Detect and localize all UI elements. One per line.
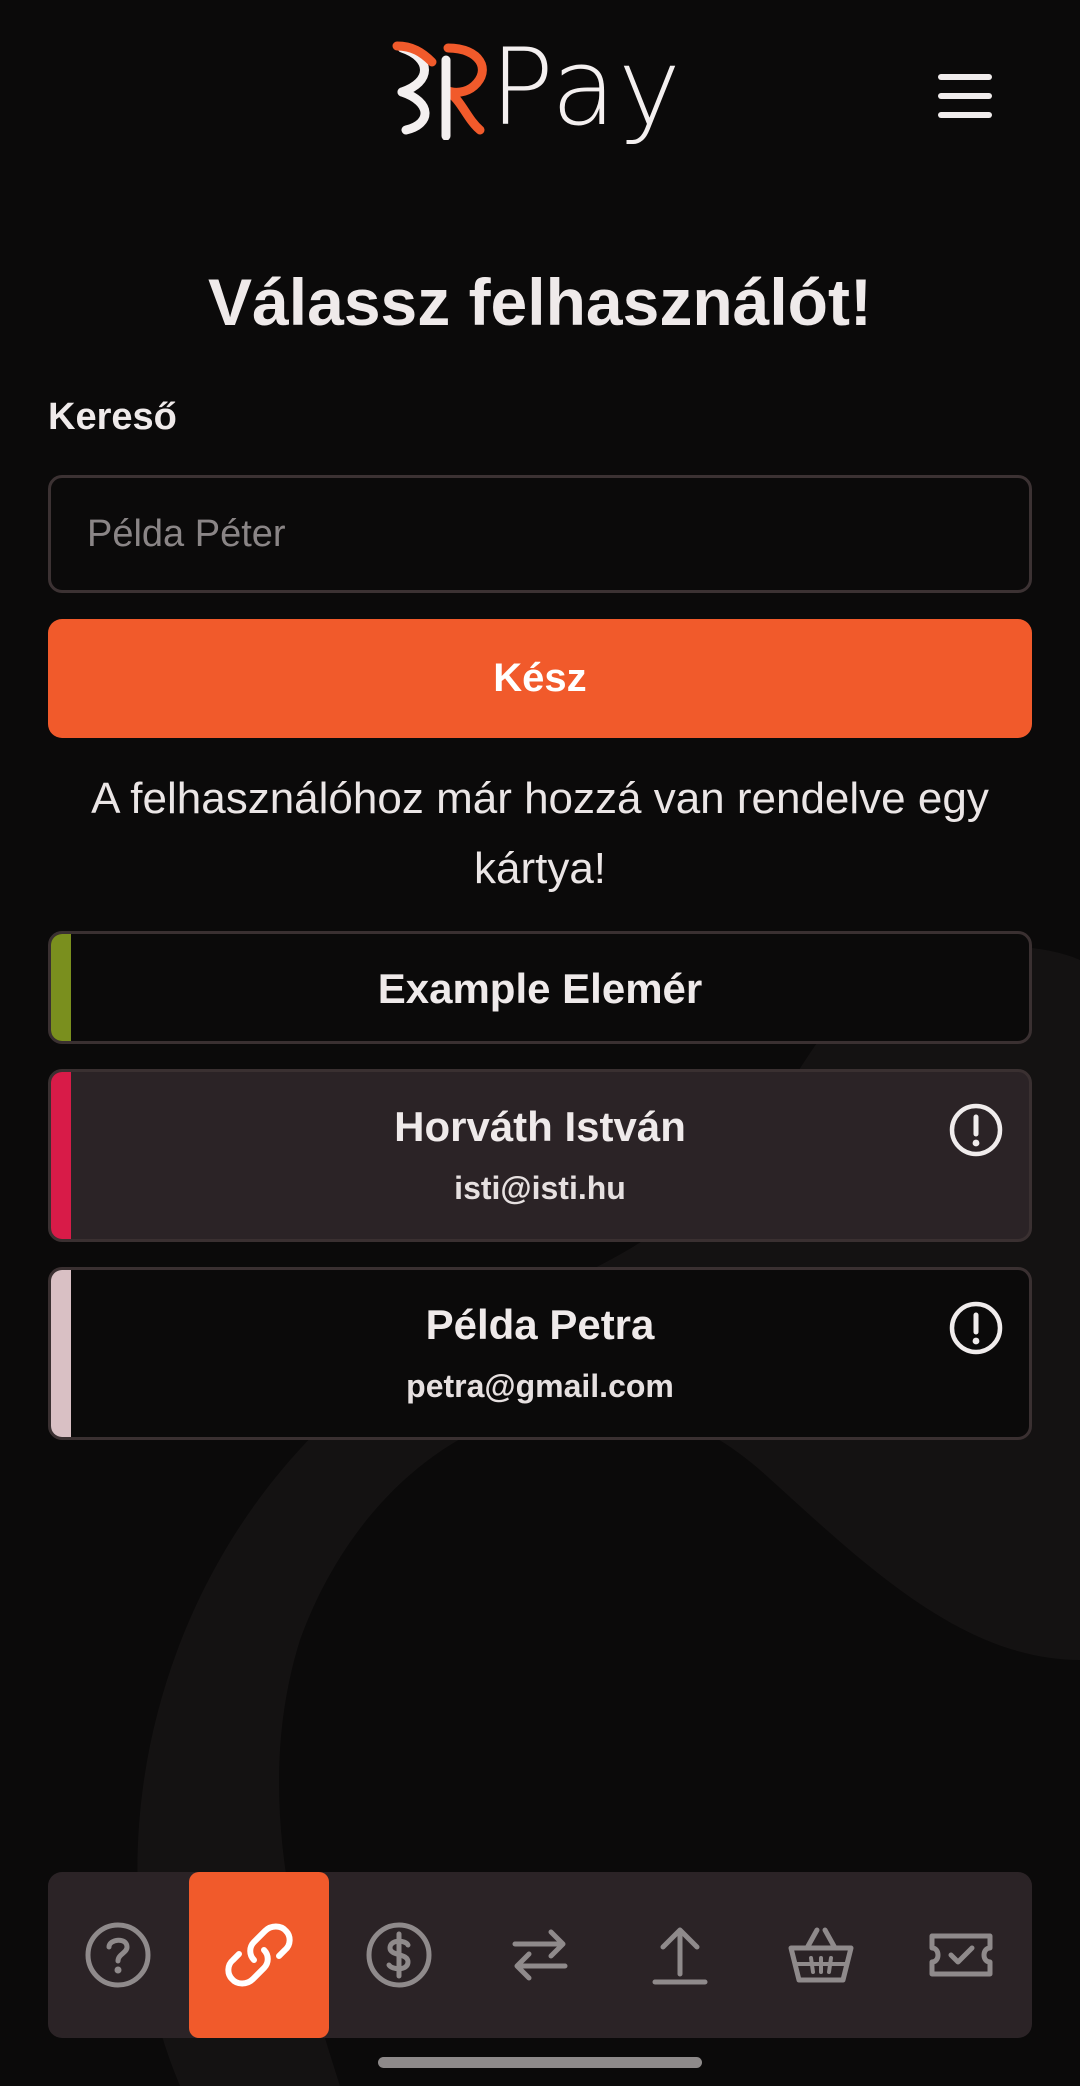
user-accent-bar [51,1072,71,1239]
basket-icon [788,1927,854,1983]
user-list-item[interactable]: Horváth István isti@isti.hu [48,1069,1032,1242]
dollar-circle-icon [366,1922,432,1988]
nav-shop[interactable] [751,1872,891,2038]
search-input[interactable] [48,475,1032,593]
page-title: Válassz felhasználót! [208,265,872,339]
nav-balance[interactable] [329,1872,469,2038]
logo-text: Pay [490,26,683,149]
user-email: isti@isti.hu [454,1170,626,1206]
app-header: Pay [0,0,1080,180]
nav-link[interactable] [189,1872,329,2038]
xrpay-logo: Pay [392,28,688,148]
user-accent-bar [51,1270,71,1437]
hamburger-menu-icon[interactable] [938,74,992,124]
user-name: Example Elemér [377,965,703,1012]
home-indicator[interactable] [378,2057,702,2068]
help-circle-icon [85,1922,151,1988]
user-name: Példa Petra [425,1301,655,1348]
user-email: petra@gmail.com [406,1368,674,1404]
warning-icon[interactable] [949,1103,1003,1157]
card-assigned-notice: A felhasználóhoz már hozzá van rendelve … [91,774,989,893]
nav-transfer[interactable] [470,1872,610,2038]
user-list-item[interactable]: Example Elemér [48,931,1032,1044]
upload-icon [652,1927,708,1985]
user-list-item[interactable]: Példa Petra petra@gmail.com [48,1267,1032,1440]
nav-upload[interactable] [610,1872,750,2038]
done-button[interactable]: Kész [48,619,1032,738]
nav-tickets[interactable] [891,1872,1031,2038]
nav-help[interactable] [48,1872,188,2038]
search-label: Kereső [48,396,177,438]
ticket-check-icon [929,1933,993,1977]
warning-icon[interactable] [949,1301,1003,1355]
xr-logo-mark-icon [392,41,487,140]
bottom-navigation [48,1872,1032,2038]
link-icon [225,1923,293,1987]
transfer-arrows-icon [512,1929,568,1981]
user-name: Horváth István [394,1103,686,1150]
